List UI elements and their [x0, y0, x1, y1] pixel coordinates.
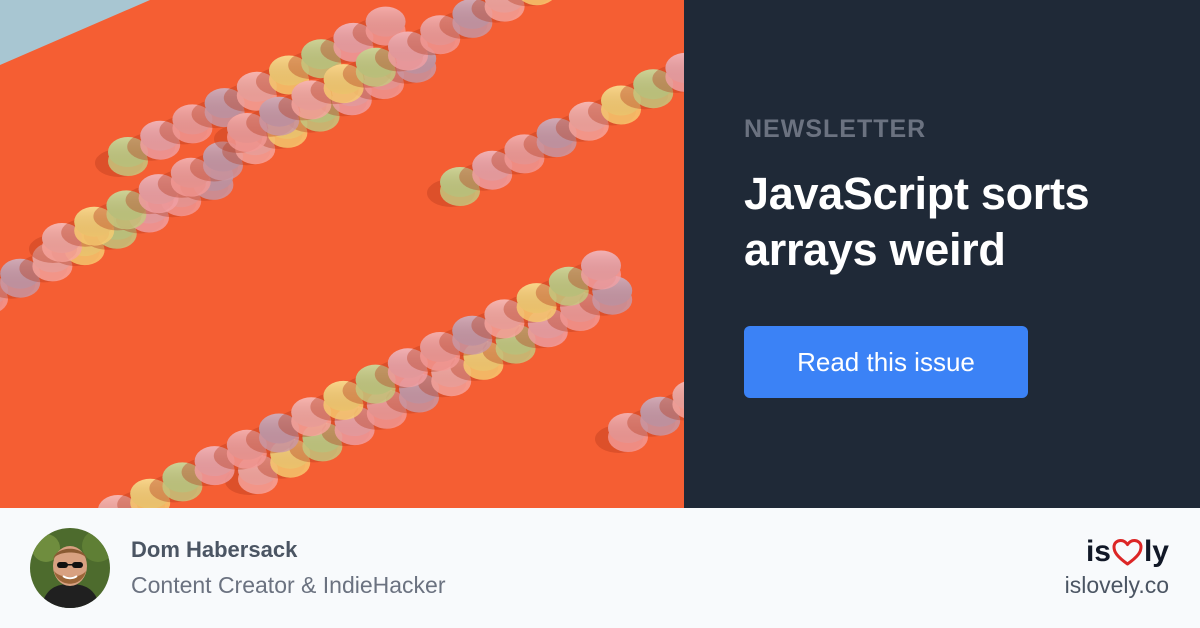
- footer: Dom Habersack Content Creator & IndieHac…: [0, 508, 1200, 628]
- author-role: Content Creator & IndieHacker: [131, 572, 446, 598]
- author-portrait-illustration: [30, 528, 110, 608]
- author-avatar: [30, 528, 110, 608]
- brand-url-link[interactable]: islovely.co: [1065, 572, 1169, 599]
- read-issue-button[interactable]: Read this issue: [744, 326, 1028, 398]
- sky-corner: [0, 0, 150, 65]
- hero: NEWSLETTER JavaScript sorts arrays weird…: [0, 0, 1200, 508]
- heart-outline-icon: [1112, 538, 1143, 565]
- islovely-logo[interactable]: is ly: [1086, 534, 1169, 570]
- newsletter-label: NEWSLETTER: [744, 115, 927, 143]
- logo-text-left: is: [1085, 535, 1111, 568]
- candy-piece: [568, 250, 621, 291]
- candy-piece: [652, 52, 684, 93]
- content-panel: NEWSLETTER JavaScript sorts arrays weird…: [684, 0, 1200, 508]
- issue-title: JavaScript sorts arrays weird: [744, 168, 1090, 275]
- candy-highlight: [581, 250, 621, 281]
- candy-rows-photo: [0, 0, 684, 508]
- candy-illustration: [0, 0, 684, 508]
- author-name: Dom Habersack: [131, 537, 298, 562]
- candy-highlight: [365, 6, 406, 37]
- logo-text-right: ly: [1143, 535, 1169, 568]
